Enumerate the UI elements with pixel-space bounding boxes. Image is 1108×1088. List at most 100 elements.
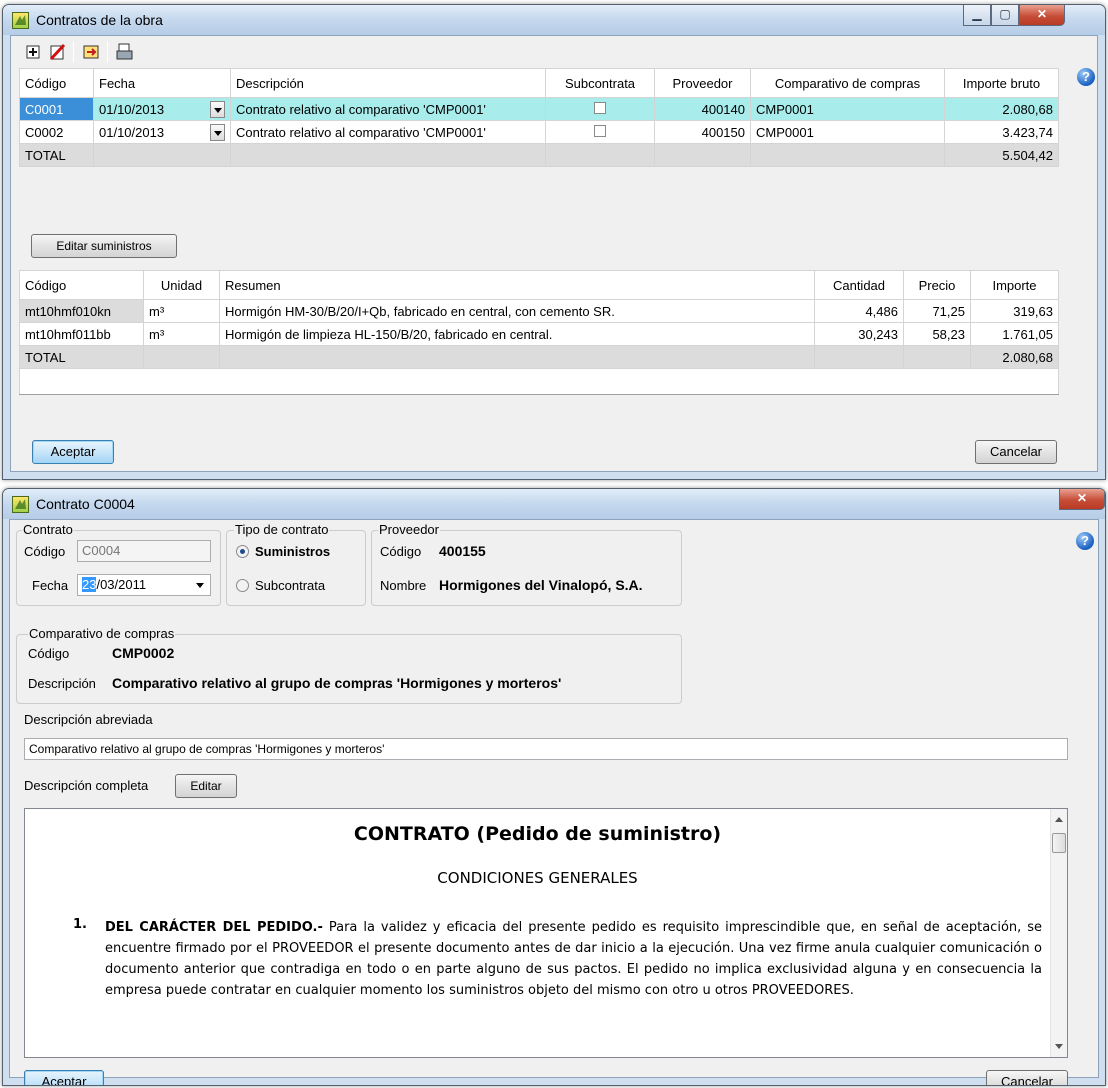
subcontrata-checkbox[interactable] [594, 124, 606, 137]
accept-button[interactable]: Aceptar [32, 440, 114, 464]
suministros-label[interactable]: Suministros [255, 544, 330, 559]
row-comp[interactable]: CMP0001 [750, 120, 945, 144]
row-summary[interactable]: Hormigón de limpieza HL-150/B/20, fabric… [219, 322, 815, 346]
col-importe[interactable]: Importe [970, 270, 1059, 300]
row-desc[interactable]: Contrato relativo al comparativo 'CMP000… [230, 120, 546, 144]
row-qty[interactable]: 4,486 [814, 299, 904, 323]
description-document[interactable]: CONTRATO (Pedido de suministro) CONDICIO… [24, 808, 1068, 1058]
accept-button[interactable]: Aceptar [24, 1070, 104, 1085]
col-fecha[interactable]: Fecha [93, 68, 231, 98]
row-subcontrata[interactable] [545, 120, 655, 144]
prov-codigo-label: Código [380, 544, 422, 559]
row-code[interactable]: mt10hmf010kn [19, 299, 144, 323]
toolbar-separator [107, 42, 108, 62]
cancel-button[interactable]: Cancelar [975, 440, 1057, 464]
prov-codigo-value: 400155 [439, 543, 486, 559]
total-amount: 5.504,42 [944, 143, 1059, 167]
subcontrata-label[interactable]: Subcontrata [255, 578, 325, 593]
row-amount[interactable]: 1.761,05 [970, 322, 1059, 346]
row-desc[interactable]: Contrato relativo al comparativo 'CMP000… [230, 97, 546, 121]
suministros-radio[interactable] [236, 545, 249, 558]
doc-item-head: DEL CARÁCTER DEL PEDIDO.- [105, 920, 323, 935]
col-codigo[interactable]: Código [19, 270, 144, 300]
row-unit[interactable]: m³ [143, 322, 220, 346]
maximize-button[interactable]: ▢ [991, 5, 1019, 26]
col-unidad[interactable]: Unidad [143, 270, 220, 300]
row-code[interactable]: mt10hmf011bb [19, 322, 144, 346]
scroll-up-arrow-icon[interactable] [1055, 817, 1063, 822]
total-amount: 2.080,68 [970, 345, 1059, 369]
row-supplier[interactable]: 400150 [654, 120, 751, 144]
add-icon[interactable] [23, 42, 43, 62]
contracts-table: Código Fecha Descripción Subcontrata Pro… [19, 68, 1059, 167]
toolbar-separator [73, 42, 74, 62]
scroll-thumb[interactable] [1052, 833, 1066, 853]
help-icon[interactable]: ? [1077, 68, 1095, 86]
row-code[interactable]: C0001 [19, 97, 94, 121]
proveedor-legend: Proveedor [378, 522, 440, 537]
row-date[interactable]: 01/10/2013 [93, 97, 208, 121]
chevron-down-icon[interactable] [196, 583, 204, 588]
subcontrata-checkbox[interactable] [594, 101, 606, 114]
col-proveedor[interactable]: Proveedor [654, 68, 751, 98]
chevron-down-icon[interactable] [209, 100, 225, 118]
close-button[interactable]: ✕ [1059, 489, 1105, 510]
row-summary[interactable]: Hormigón HM-30/B/20/I+Qb, fabricado en c… [219, 299, 815, 323]
edit-supplies-button[interactable]: Editar suministros [31, 234, 177, 258]
row-date[interactable]: 01/10/2013 [93, 120, 208, 144]
col-importe[interactable]: Importe bruto [944, 68, 1059, 98]
table-row[interactable]: C0001 01/10/2013 Contrato relativo al co… [19, 97, 1059, 121]
col-cantidad[interactable]: Cantidad [814, 270, 904, 300]
delete-icon[interactable] [47, 42, 67, 62]
chevron-down-icon[interactable] [209, 123, 225, 141]
comp-legend: Comparativo de compras [28, 626, 176, 641]
col-descripcion[interactable]: Descripción [230, 68, 546, 98]
fecha-field[interactable]: 23/03/2011 [77, 574, 211, 596]
comp-desc-label: Descripción [28, 676, 96, 691]
row-amount[interactable]: 2.080,68 [944, 97, 1059, 121]
date-dropdown[interactable] [207, 120, 231, 144]
table-row[interactable]: C0002 01/10/2013 Contrato relativo al co… [19, 120, 1059, 144]
table-header: Código Fecha Descripción Subcontrata Pro… [19, 68, 1059, 98]
row-unit[interactable]: m³ [143, 299, 220, 323]
abrev-label: Descripción abreviada [24, 712, 153, 727]
col-resumen[interactable]: Resumen [219, 270, 815, 300]
doc-subtitle: CONDICIONES GENERALES [437, 869, 638, 887]
row-supplier[interactable]: 400140 [654, 97, 751, 121]
row-code[interactable]: C0002 [19, 120, 94, 144]
col-codigo[interactable]: Código [19, 68, 94, 98]
row-comp[interactable]: CMP0001 [750, 97, 945, 121]
row-subcontrata[interactable] [545, 97, 655, 121]
scroll-down-arrow-icon[interactable] [1055, 1044, 1063, 1049]
col-subcontrata[interactable]: Subcontrata [545, 68, 655, 98]
subcontrata-radio[interactable] [236, 579, 249, 592]
col-comparativo[interactable]: Comparativo de compras [750, 68, 945, 98]
prov-nombre-label: Nombre [380, 578, 427, 593]
row-qty[interactable]: 30,243 [814, 322, 904, 346]
title-bar[interactable]: Contrato C0004 ✕ [3, 489, 1105, 519]
table-header: Código Unidad Resumen Cantidad Precio Im… [19, 270, 1059, 300]
contract-window: Contrato C0004 ✕ ? Contrato Código C0004… [2, 488, 1106, 1086]
fecha-label: Fecha [32, 578, 69, 593]
row-amount[interactable]: 3.423,74 [944, 120, 1059, 144]
close-button[interactable]: ✕ [1019, 5, 1065, 26]
title-bar[interactable]: Contratos de la obra ▁ ▢ ✕ [3, 5, 1105, 35]
table-row[interactable]: mt10hmf010kn m³ Hormigón HM-30/B/20/I+Qb… [19, 299, 1059, 323]
editar-button[interactable]: Editar [175, 774, 237, 798]
print-icon[interactable] [115, 42, 135, 62]
minimize-button[interactable]: ▁ [963, 5, 991, 26]
comp-desc-value: Comparativo relativo al grupo de compras… [112, 675, 562, 691]
row-price[interactable]: 71,25 [903, 299, 971, 323]
abrev-field[interactable]: Comparativo relativo al grupo de compras… [24, 738, 1068, 760]
vertical-scrollbar[interactable] [1050, 809, 1067, 1057]
cancel-button[interactable]: Cancelar [986, 1070, 1068, 1085]
date-dropdown[interactable] [207, 97, 231, 121]
help-icon[interactable]: ? [1076, 532, 1094, 550]
col-precio[interactable]: Precio [903, 270, 971, 300]
table-row[interactable]: mt10hmf011bb m³ Hormigón de limpieza HL-… [19, 322, 1059, 346]
prov-nombre-value: Hormigones del Vinalopó, S.A. [439, 577, 643, 593]
row-amount[interactable]: 319,63 [970, 299, 1059, 323]
row-price[interactable]: 58,23 [903, 322, 971, 346]
export-icon[interactable] [81, 42, 101, 62]
doc-item-num: 1. [73, 917, 87, 932]
